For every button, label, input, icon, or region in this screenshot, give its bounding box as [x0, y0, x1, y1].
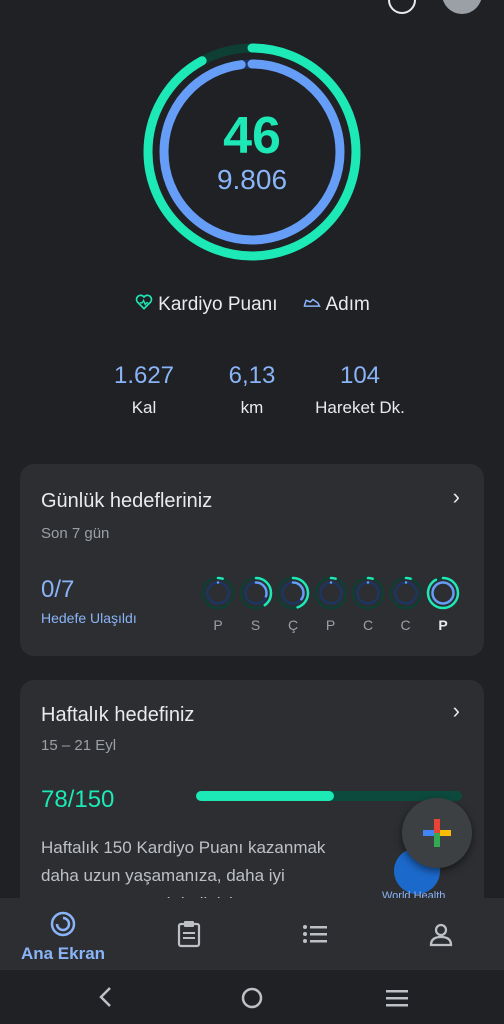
- profile-icon: [428, 922, 454, 953]
- day-label: S: [250, 617, 261, 633]
- nav-home-label: Ana Ekran: [20, 944, 106, 963]
- daily-ring: S: [238, 576, 274, 633]
- home-button-icon[interactable]: [240, 986, 264, 1015]
- stat-move-minutes: 104 Hareket Dk.: [290, 362, 430, 418]
- daily-goals-title: Günlük hedefleriniz: [41, 490, 213, 512]
- browse-icon: [302, 924, 328, 949]
- daily-ring: P: [200, 576, 236, 633]
- nav-home[interactable]: Ana Ekran: [0, 898, 126, 970]
- back-icon[interactable]: [96, 986, 116, 1013]
- chevron-right-icon[interactable]: ›: [453, 698, 460, 724]
- nav-journal[interactable]: [126, 898, 252, 970]
- legend-cardio-label: Kardiyo Puanı: [158, 294, 278, 315]
- add-activity-button[interactable]: [402, 798, 472, 868]
- day-label: P: [325, 617, 336, 633]
- steps-value: 9.806: [216, 164, 288, 195]
- heart-icon: [134, 292, 154, 318]
- weekly-progress-value: 78/150: [41, 786, 115, 813]
- plus-icon: [402, 819, 472, 872]
- nav-browse[interactable]: [252, 898, 378, 970]
- chevron-right-icon[interactable]: ›: [453, 484, 460, 510]
- daily-ring: C: [388, 576, 424, 633]
- daily-rings-row: PSÇPCCP: [200, 576, 470, 636]
- home-icon: [49, 910, 77, 943]
- legend-steps-label: Adım: [325, 294, 370, 315]
- legend-cardio: Kardiyo Puanı: [134, 292, 278, 318]
- daily-ring: P: [425, 576, 461, 633]
- journal-icon: [176, 920, 202, 953]
- day-label: Ç: [287, 617, 299, 633]
- daily-ring: P: [313, 576, 349, 633]
- weekly-goal-dates: 15 – 21 Eyl: [41, 737, 117, 754]
- bottom-navigation: Ana Ekran: [0, 898, 504, 970]
- day-label: C: [400, 617, 411, 633]
- system-navigation-bar: [0, 970, 504, 1024]
- nav-profile[interactable]: [378, 898, 504, 970]
- stat-move-minutes-label: Hareket Dk.: [315, 398, 405, 417]
- day-label: P: [213, 617, 223, 633]
- day-label: P: [438, 617, 448, 633]
- daily-ring: C: [350, 576, 386, 633]
- daily-goals-subtitle: Son 7 gün: [41, 525, 110, 542]
- legend-steps: Adım: [302, 292, 370, 318]
- weekly-goal-title: Haftalık hedefiniz: [41, 704, 195, 726]
- rings-legend: Kardiyo Puanı Adım: [0, 292, 504, 318]
- weekly-progress-fill: [196, 791, 335, 801]
- cardio-points-value: 46: [223, 107, 281, 165]
- stat-move-minutes-value: 104: [339, 362, 381, 389]
- settings-icon[interactable]: [388, 0, 416, 14]
- shoe-icon: [302, 292, 322, 318]
- day-label: C: [362, 617, 374, 633]
- recents-icon[interactable]: [385, 989, 409, 1012]
- daily-goals-card[interactable]: Günlük hedefleriniz Son 7 gün › 0/7 Hede…: [20, 464, 484, 656]
- goals-achieved-label: Hedefe Ulaşıldı: [41, 610, 137, 626]
- avatar[interactable]: [442, 0, 482, 14]
- daily-ring: Ç: [275, 576, 311, 633]
- goals-achieved-value: 0/7: [41, 576, 75, 603]
